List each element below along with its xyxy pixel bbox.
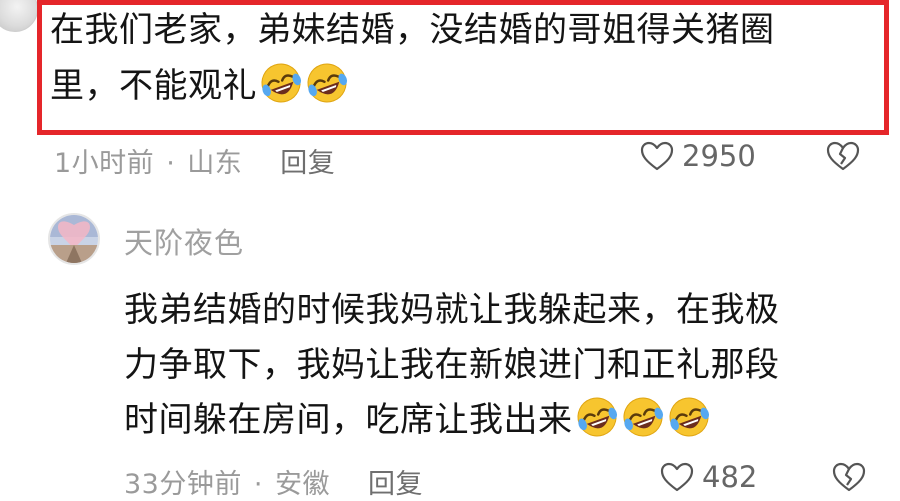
comment-1-location: 山东 [187,148,243,179]
comment-1-line-2: 里，不能观礼 [50,58,880,114]
comment-2-username[interactable]: 天阶夜色 [124,220,244,262]
comment-1-like-count: 2950 [682,139,756,173]
comment-2-line-3: 时间躲在房间，吃席让我出来 [124,393,864,448]
comment-1-dislike-button[interactable] [826,141,860,175]
comment-2-dislike-button[interactable] [832,462,866,496]
comment-1-line-2-text: 里，不能观礼 [50,66,257,106]
comment-1-time: 1小时前 [54,148,155,179]
broken-heart-icon [832,462,866,492]
meta-separator: · [253,469,263,500]
comment-1-meta: 1小时前 · 山东 回复 [54,141,335,180]
avatar-top[interactable] [0,0,38,32]
comment-1-line-1: 在我们老家，弟妹结婚，没结婚的哥姐得关猪圈 [50,10,775,50]
broken-heart-icon [826,141,860,171]
comment-2-text: 我弟结婚的时候我妈就让我躲起来，在我极 力争取下，我妈让我在新娘进门和正礼那段 … [124,283,864,448]
comment-2-like-count: 482 [702,460,758,494]
rofl-emoji-icon [669,397,709,437]
rofl-emoji-icon [577,397,617,437]
comment-1-like-button[interactable]: 2950 [640,139,756,173]
heart-outline-icon [640,141,674,171]
comment-1-text: 在我们老家，弟妹结婚，没结婚的哥姐得关猪圈 里，不能观礼 [50,2,880,114]
rofl-emoji-icon [623,397,663,437]
comment-2-meta: 33分钟前 · 安徽 回复 [124,462,423,501]
rofl-emoji-icon [307,63,348,103]
comment-2-like-button[interactable]: 482 [660,460,757,494]
comment-2-line-3-text: 时间躲在房间，吃席让我出来 [124,400,573,440]
rofl-emoji-icon [261,63,302,103]
comment-2-reply-button[interactable]: 回复 [368,469,423,500]
comment-2-time: 33分钟前 [124,469,242,500]
comment-2-line-1: 我弟结婚的时候我妈就让我躲起来，在我极 [124,290,780,330]
avatar-image [50,215,98,263]
comment-2-line-2: 力争取下，我妈让我在新娘进门和正礼那段 [124,345,780,385]
heart-outline-icon [660,462,694,492]
comment-2-location: 安徽 [274,469,330,500]
meta-separator: · [166,148,176,179]
comment-1-reply-button[interactable]: 回复 [280,148,335,179]
user-avatar[interactable] [48,213,100,265]
